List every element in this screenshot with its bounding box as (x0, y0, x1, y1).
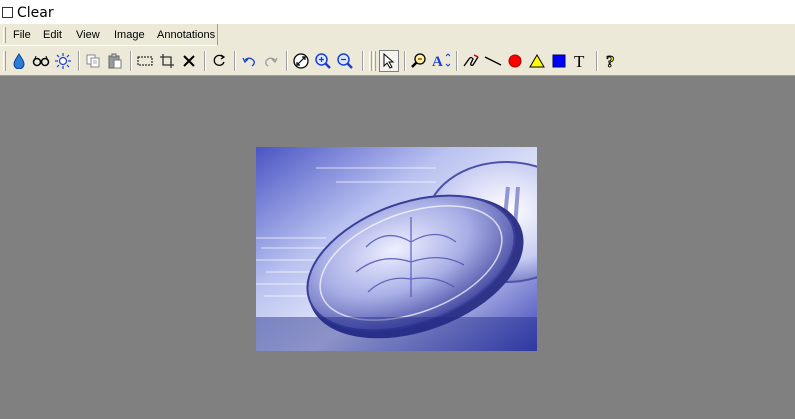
brightness-icon[interactable] (53, 50, 73, 72)
zoom-in-icon[interactable] (313, 50, 333, 72)
menu-image[interactable]: Image (114, 28, 145, 42)
toolbar-grip-handle[interactable] (3, 51, 6, 71)
pointer-icon[interactable] (379, 50, 399, 72)
toolbar-grip-handle[interactable] (369, 51, 372, 71)
toolbar-separator (234, 51, 236, 71)
top-bar: Clear (0, 0, 795, 24)
text-style-icon[interactable]: A (431, 50, 451, 72)
toolbar-separator (362, 51, 364, 71)
menu-grip-handle[interactable] (3, 27, 6, 43)
zoom-fit-icon[interactable] (291, 50, 311, 72)
rectangle-icon[interactable] (549, 50, 569, 72)
clear-checkbox[interactable] (2, 7, 13, 18)
toolbar-grip-handle[interactable] (373, 51, 376, 71)
toolbar-separator (286, 51, 288, 71)
copy-icon[interactable] (83, 50, 103, 72)
text-icon[interactable]: T (571, 50, 591, 72)
zoom-out-icon[interactable] (335, 50, 355, 72)
freehand-icon[interactable] (461, 50, 481, 72)
toolbar: A T ? (0, 47, 795, 76)
help-icon[interactable]: ? (601, 50, 621, 72)
triangle-icon[interactable] (527, 50, 547, 72)
text-tool-glyph: T (574, 52, 585, 70)
redo-icon[interactable] (261, 50, 281, 72)
select-rect-icon[interactable] (135, 50, 155, 72)
menu-edit[interactable]: Edit (43, 28, 62, 42)
coin-image[interactable] (256, 147, 537, 351)
toolbar-separator (204, 51, 206, 71)
glasses-icon[interactable] (31, 50, 51, 72)
toolbar-separator (404, 51, 406, 71)
undo-icon[interactable] (239, 50, 259, 72)
coin-photo (256, 147, 537, 351)
magnify-icon[interactable] (409, 50, 429, 72)
menu-file[interactable]: File (13, 28, 31, 42)
menu-view[interactable]: View (76, 28, 100, 42)
menu-bar: File Edit View Image Annotations (0, 24, 795, 47)
image-workspace[interactable] (0, 76, 795, 419)
menu-annotations[interactable]: Annotations (157, 28, 215, 42)
help-glyph: ? (606, 52, 615, 70)
rotate-icon[interactable] (209, 50, 229, 72)
color-drop-icon[interactable] (9, 50, 29, 72)
toolbar-separator (130, 51, 132, 71)
crop-icon[interactable] (157, 50, 177, 72)
toolbar-separator (78, 51, 80, 71)
toolbar-separator (456, 51, 458, 71)
menu-bar-box: File Edit View Image Annotations (0, 24, 218, 46)
text-style-glyph: A (432, 54, 443, 70)
delete-icon[interactable] (179, 50, 199, 72)
ellipse-icon[interactable] (505, 50, 525, 72)
toolbar-separator (596, 51, 598, 71)
line-icon[interactable] (483, 50, 503, 72)
clear-label: Clear (17, 5, 54, 21)
paste-icon[interactable] (105, 50, 125, 72)
